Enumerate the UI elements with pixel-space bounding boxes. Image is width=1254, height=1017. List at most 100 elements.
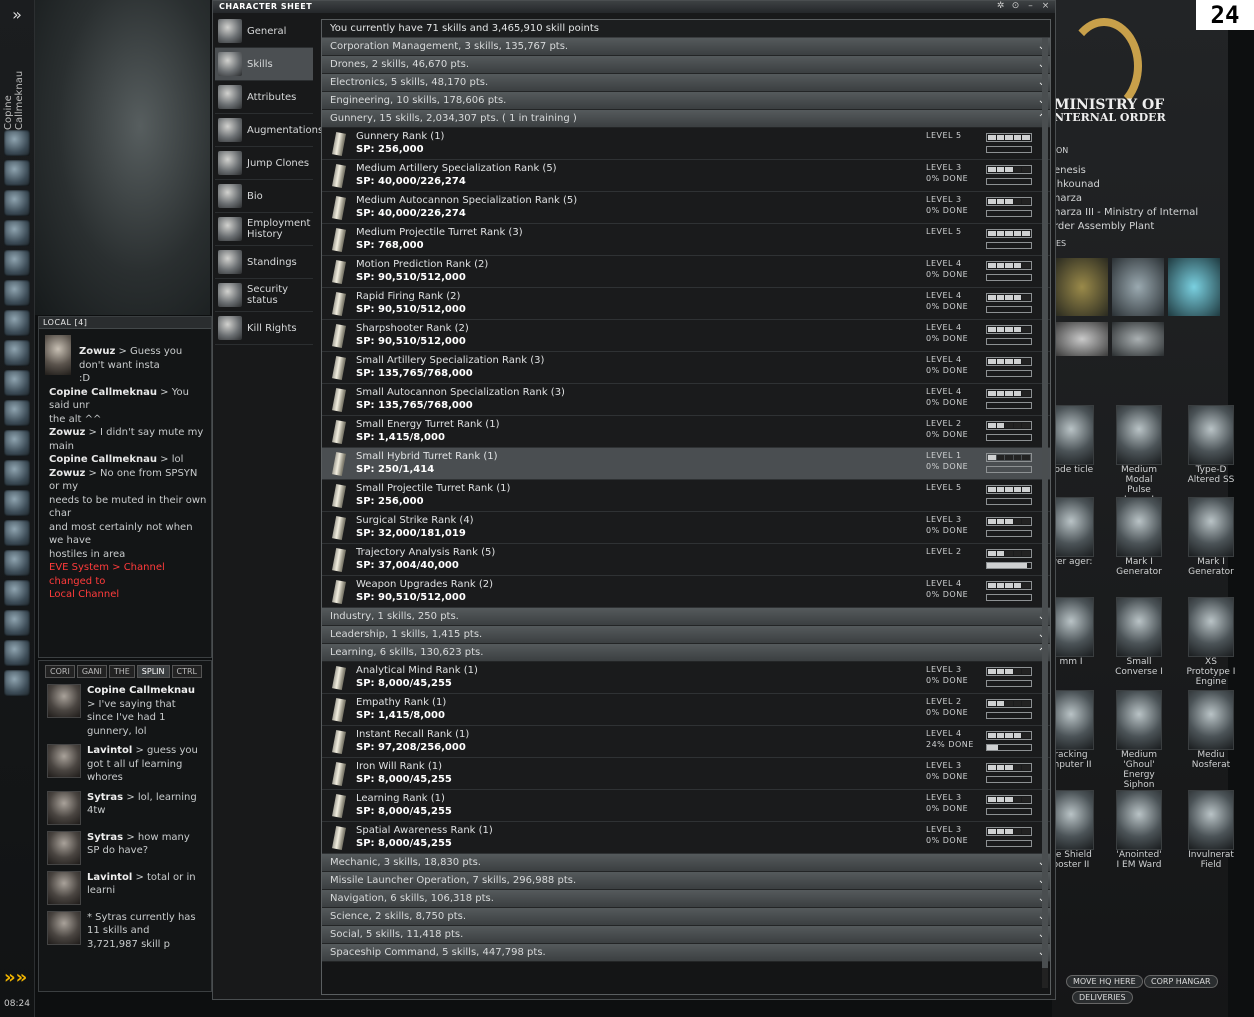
people-icon[interactable] — [4, 160, 30, 186]
browser-icon[interactable] — [4, 520, 30, 546]
skill-group-header[interactable]: Social, 5 skills, 11,418 pts.⌄ — [322, 926, 1050, 944]
skill-row[interactable]: Gunnery Rank (1) SP: 256,000 LEVEL 5 — [322, 128, 1050, 160]
chat-tab[interactable]: GANI — [76, 665, 107, 678]
nav-security-status[interactable]: Security status — [215, 279, 313, 312]
help-ring-icon[interactable] — [4, 460, 30, 486]
hangar-item[interactable]: Mark I Generator — [1114, 497, 1164, 577]
skill-row[interactable]: Medium Artillery Specialization Rank (5)… — [322, 160, 1050, 192]
expand-arrows-icon[interactable]: »» — [4, 968, 30, 988]
map-icon[interactable] — [4, 250, 30, 276]
skill-row[interactable]: Rapid Firing Rank (2) SP: 90,510/512,000 L… — [322, 288, 1050, 320]
nav-jump-clones[interactable]: Jump Clones — [215, 147, 313, 180]
station-button[interactable]: DELIVERIES — [1072, 991, 1133, 1004]
service-icon[interactable] — [1112, 258, 1164, 316]
nav-attributes[interactable]: Attributes — [215, 81, 313, 114]
skill-row[interactable]: Motion Prediction Rank (2) SP: 90,510/512… — [322, 256, 1050, 288]
character-icon[interactable] — [4, 130, 30, 156]
skill-row[interactable]: Iron Will Rank (1) SP: 8,000/45,255 LEVEL … — [322, 758, 1050, 790]
skill-row[interactable]: Instant Recall Rank (1) SP: 97,208/256,00… — [322, 726, 1050, 758]
science-icon[interactable] — [4, 340, 30, 366]
skill-row[interactable]: Small Autocannon Specialization Rank (3)… — [322, 384, 1050, 416]
scrollbar[interactable] — [1042, 38, 1048, 988]
skill-group-header[interactable]: Industry, 1 skills, 250 pts.⌄ — [322, 608, 1050, 626]
minimize-icon[interactable]: – — [1025, 1, 1036, 12]
calculator-icon[interactable] — [4, 430, 30, 456]
skill-row[interactable]: Spatial Awareness Rank (1) SP: 8,000/45,2… — [322, 822, 1050, 854]
ship-icon[interactable] — [4, 640, 30, 666]
skill-row[interactable]: Medium Projectile Turret Rank (3) SP: 768… — [322, 224, 1050, 256]
skill-row[interactable]: Empathy Rank (1) SP: 1,415/8,000 LEVEL 2 0%… — [322, 694, 1050, 726]
skill-group-header[interactable]: Corporation Management, 3 skills, 135,76… — [322, 38, 1050, 56]
scrollbar-thumb[interactable] — [1042, 38, 1048, 968]
hangar-item[interactable]: Mediu Nosferat — [1186, 690, 1236, 770]
nav-bio[interactable]: Bio — [215, 180, 313, 213]
skill-group-header[interactable]: Electronics, 5 skills, 48,170 pts.⌄ — [322, 74, 1050, 92]
skill-group-header[interactable]: Science, 2 skills, 8,750 pts.⌄ — [322, 908, 1050, 926]
help-icon[interactable] — [4, 610, 30, 636]
nav-general[interactable]: General — [215, 15, 313, 48]
skill-row[interactable]: Analytical Mind Rank (1) SP: 8,000/45,255… — [322, 662, 1050, 694]
skill-row[interactable]: Small Hybrid Turret Rank (1) SP: 250/1,41… — [322, 448, 1050, 480]
skill-group-header[interactable]: Gunnery, 15 skills, 2,034,307 pts. ( 1 i… — [322, 110, 1050, 128]
avatar[interactable] — [47, 830, 81, 865]
skill-group-header[interactable]: Learning, 6 skills, 130,623 pts.⌃ — [322, 644, 1050, 662]
star-map-icon[interactable] — [4, 310, 30, 336]
hangar-item[interactable]: Medium Modal Pulse Laser I — [1114, 405, 1164, 505]
skill-row[interactable]: Small Artillery Specialization Rank (3) S… — [322, 352, 1050, 384]
skill-group-header[interactable]: Navigation, 6 skills, 106,318 pts.⌄ — [322, 890, 1050, 908]
industry-icon[interactable] — [4, 400, 30, 426]
service-icon[interactable] — [1056, 258, 1108, 316]
hangar-item[interactable]: Type-D Altered SS — [1186, 405, 1236, 485]
hangar-item[interactable]: Invulnerat Field — [1186, 790, 1236, 870]
service-icon[interactable] — [1056, 322, 1108, 356]
station-icon[interactable] — [4, 670, 30, 696]
chat-tab[interactable]: THE — [108, 665, 135, 678]
hangar-item[interactable]: Medium 'Ghoul' Energy Siphon — [1114, 690, 1164, 790]
headset-icon[interactable] — [4, 580, 30, 606]
mail-icon[interactable] — [4, 190, 30, 216]
skill-row[interactable]: Sharpshooter Rank (2) SP: 90,510/512,000 L… — [322, 320, 1050, 352]
hangar-item[interactable]: 'Anointed' I EM Ward — [1114, 790, 1164, 870]
gear-icon[interactable]: ✲ — [995, 1, 1006, 12]
cargo-icon[interactable] — [4, 370, 30, 396]
service-icon[interactable] — [1112, 322, 1164, 356]
skill-row[interactable]: Small Projectile Turret Rank (1) SP: 256,… — [322, 480, 1050, 512]
neocom-toggle-icon[interactable]: » — [0, 0, 34, 28]
nav-standings[interactable]: Standings — [215, 246, 313, 279]
nav-augmentations[interactable]: Augmentations — [215, 114, 323, 147]
corp-chat-window[interactable]: CORI GANI THE SPLIN CTRL Copine Callmeknau >… — [38, 660, 212, 992]
skill-row[interactable]: Small Energy Turret Rank (1) SP: 1,415/8,… — [322, 416, 1050, 448]
hangar-item[interactable]: XS Prototype I Engine — [1186, 597, 1236, 687]
local-chat-window[interactable]: LOCAL [4] Zowuz > Guess you don't want i… — [38, 316, 212, 658]
skill-row[interactable]: Medium Autocannon Specialization Rank (5… — [322, 192, 1050, 224]
pin-icon[interactable]: ⊙ — [1010, 1, 1021, 12]
service-icon[interactable] — [1168, 258, 1220, 316]
skill-row[interactable]: Surgical Strike Rank (4) SP: 32,000/181,0… — [322, 512, 1050, 544]
skill-group-header[interactable]: Mechanic, 3 skills, 18,830 pts.⌄ — [322, 854, 1050, 872]
nav-employment-history[interactable]: Employment History — [215, 213, 313, 246]
hangar-item[interactable]: Small Converse I — [1114, 597, 1164, 677]
skill-row[interactable]: Trajectory Analysis Rank (5) SP: 37,004/4… — [322, 544, 1050, 576]
journal-icon[interactable] — [4, 550, 30, 576]
nav-skills[interactable]: Skills — [215, 48, 313, 81]
close-icon[interactable]: × — [1040, 1, 1051, 12]
notepad-icon[interactable] — [4, 220, 30, 246]
avatar[interactable] — [47, 744, 81, 778]
chat-tab[interactable]: CORI — [45, 665, 75, 678]
avatar[interactable] — [47, 790, 81, 825]
assets-icon[interactable] — [4, 280, 30, 306]
station-button[interactable]: CORP HANGAR — [1144, 975, 1218, 988]
nav-kill-rights[interactable]: Kill Rights — [215, 312, 313, 345]
skill-group-header[interactable]: Spaceship Command, 5 skills, 447,798 pts… — [322, 944, 1050, 962]
chat-tab[interactable]: SPLIN — [136, 665, 170, 678]
fitting-icon[interactable] — [4, 490, 30, 516]
hangar-item[interactable]: Mark I Generator — [1186, 497, 1236, 577]
skill-group-header[interactable]: Missile Launcher Operation, 7 skills, 29… — [322, 872, 1050, 890]
avatar[interactable] — [47, 910, 81, 945]
skill-row[interactable]: Weapon Upgrades Rank (2) SP: 90,510/512,0… — [322, 576, 1050, 608]
skill-group-header[interactable]: Leadership, 1 skills, 1,415 pts.⌄ — [322, 626, 1050, 644]
chat-tab[interactable]: CTRL — [171, 665, 202, 678]
avatar[interactable] — [47, 870, 81, 905]
skill-row[interactable]: Learning Rank (1) SP: 8,000/45,255 LEVEL 3… — [322, 790, 1050, 822]
avatar[interactable] — [47, 684, 81, 718]
